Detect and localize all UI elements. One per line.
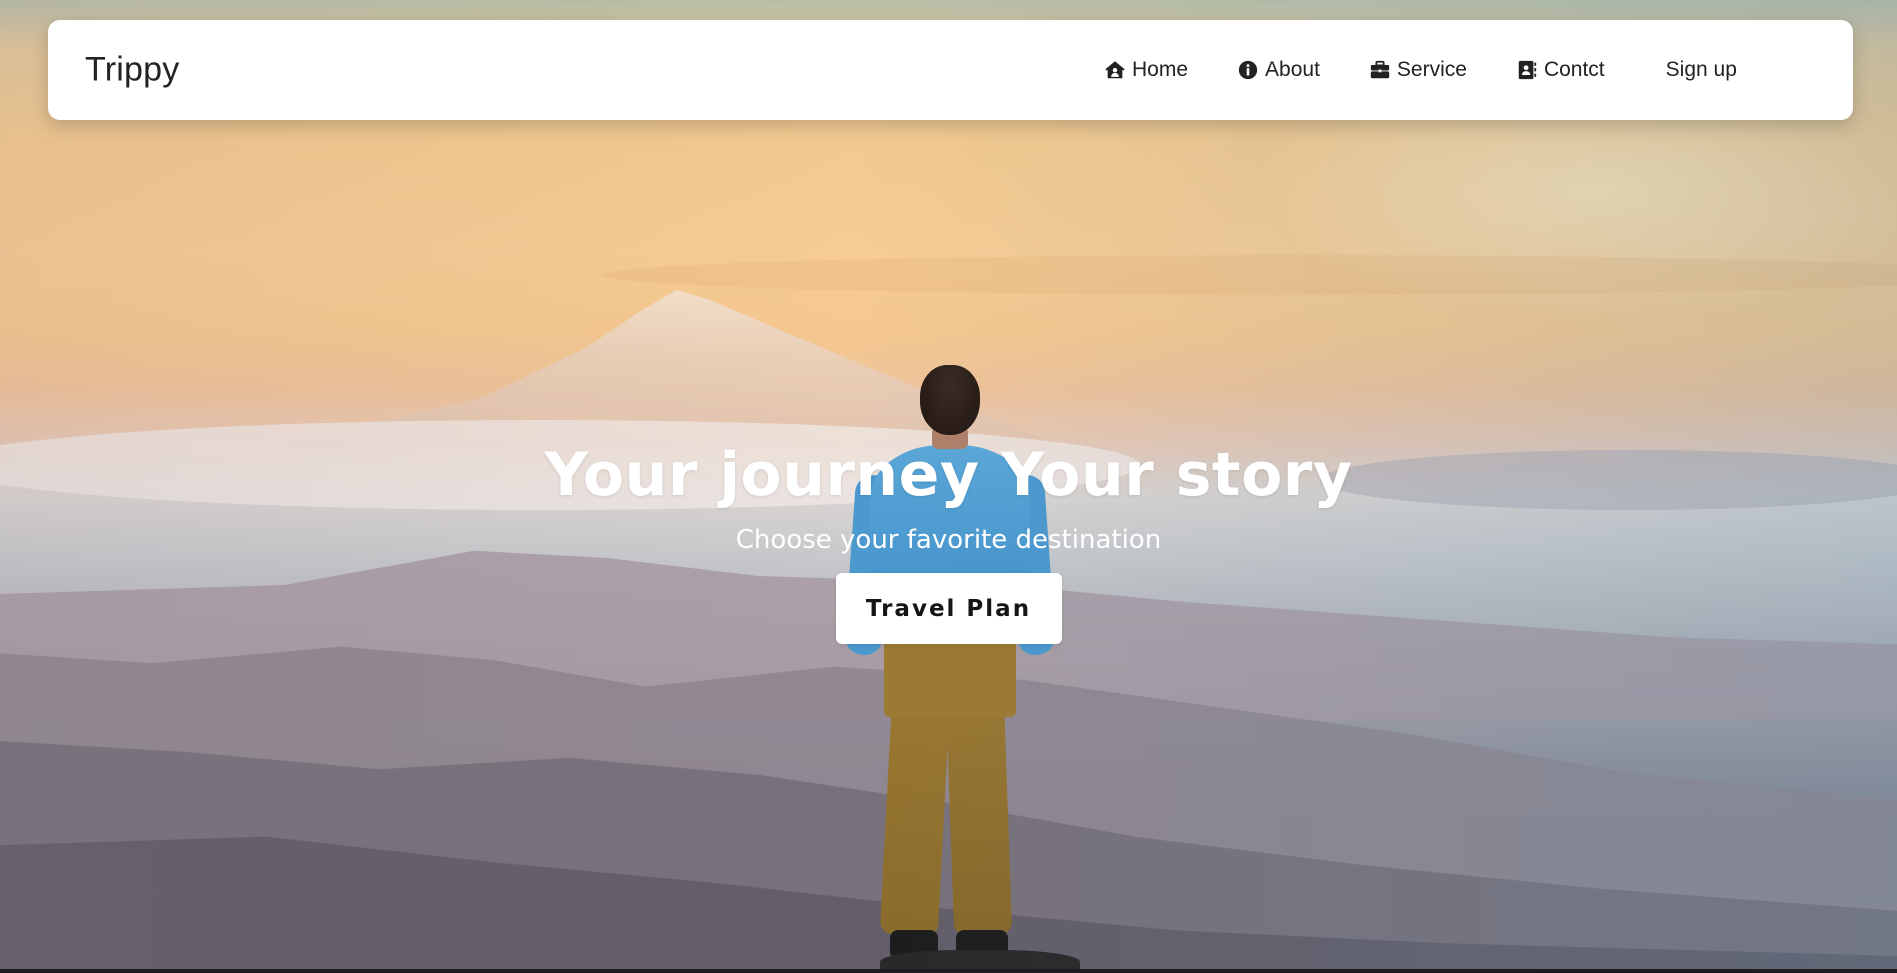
mountain-ridge bbox=[0, 646, 1897, 973]
info-circle-icon bbox=[1237, 59, 1259, 81]
haze-band bbox=[600, 255, 1897, 295]
address-book-icon bbox=[1516, 59, 1538, 81]
hero-title: Your journey Your story bbox=[544, 440, 1353, 510]
mountain-ridge bbox=[0, 740, 1897, 973]
mountain-peak bbox=[250, 290, 1070, 450]
briefcase-icon bbox=[1369, 59, 1391, 81]
mountain-ridge bbox=[0, 836, 1897, 973]
hero-content: Your journey Your story Choose your favo… bbox=[0, 440, 1897, 644]
page-bottom-edge bbox=[0, 969, 1897, 973]
nav-label: About bbox=[1265, 58, 1320, 81]
nav-label: Home bbox=[1132, 58, 1189, 81]
travel-plan-button[interactable]: Travel Plan bbox=[835, 573, 1062, 644]
sign-up-link[interactable]: Sign up bbox=[1658, 48, 1745, 92]
hero-subtitle: Choose your favorite destination bbox=[735, 525, 1162, 555]
navbar: Trippy Home About Service Contct Sign up bbox=[48, 20, 1853, 120]
brand-logo[interactable]: Trippy bbox=[85, 51, 179, 90]
nav-item-about[interactable]: About bbox=[1229, 48, 1328, 92]
nav-item-home[interactable]: Home bbox=[1096, 48, 1196, 92]
nav-item-service[interactable]: Service bbox=[1361, 48, 1475, 92]
nav-label: Contct bbox=[1543, 58, 1605, 81]
nav-label: Service bbox=[1396, 58, 1467, 81]
house-user-icon bbox=[1104, 59, 1126, 81]
nav-menu: Home About Service Contct Sign up bbox=[1096, 20, 1745, 120]
nav-item-contact[interactable]: Contct bbox=[1508, 48, 1613, 92]
